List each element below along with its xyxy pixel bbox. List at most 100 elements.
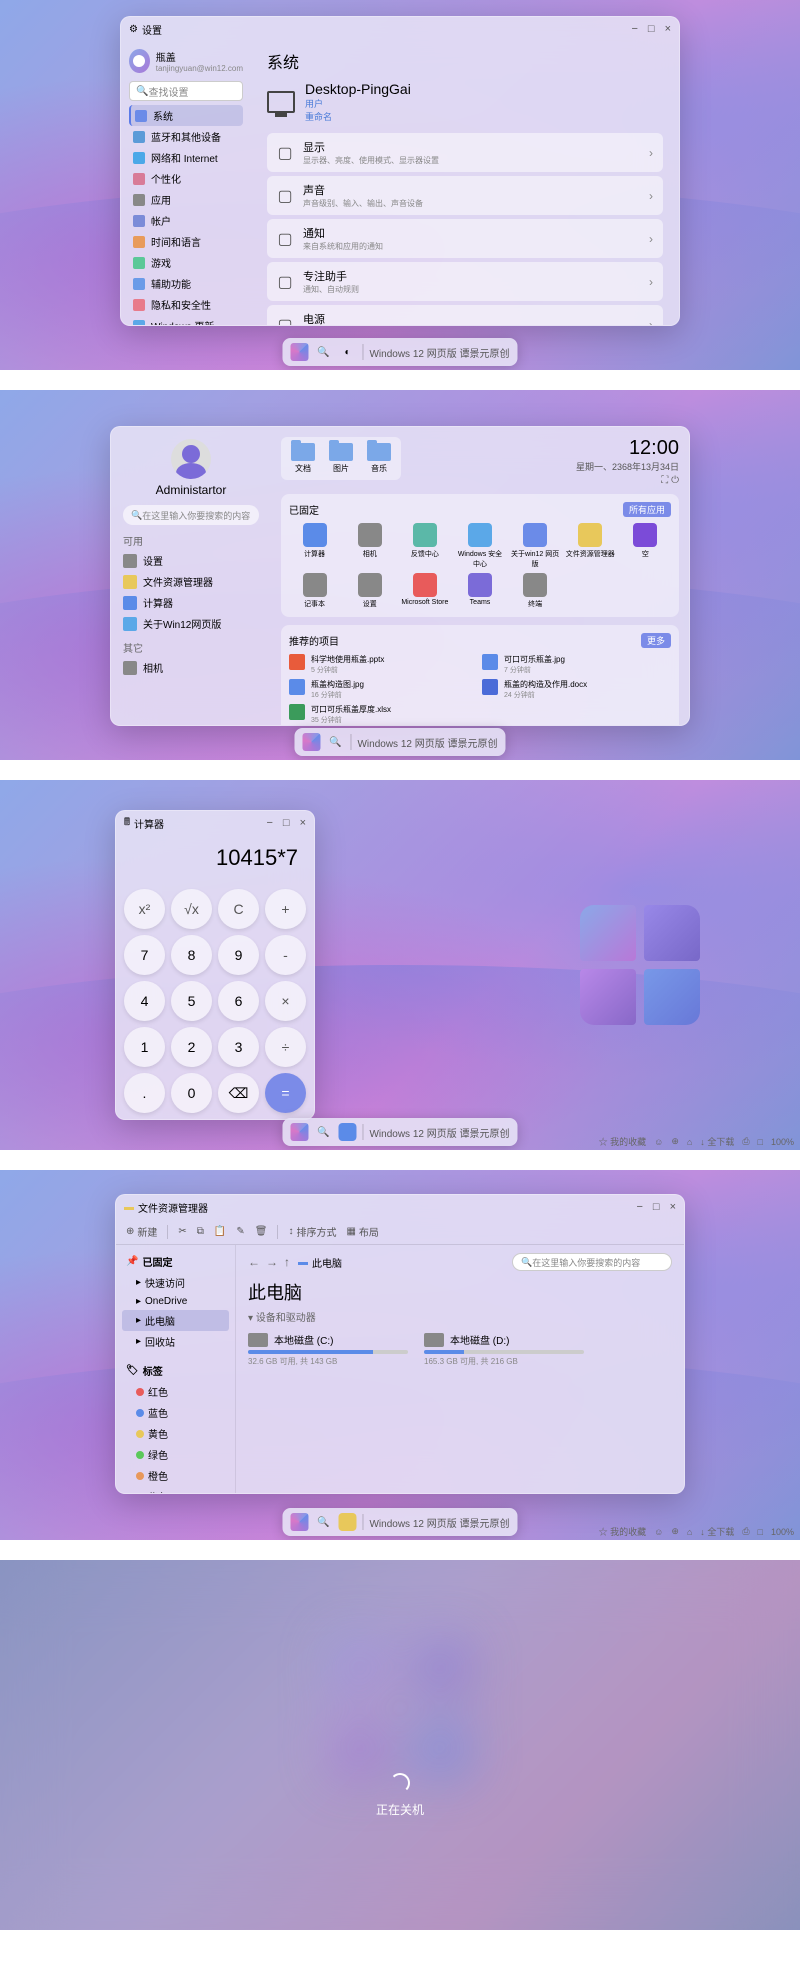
copy-icon[interactable]: ⧉: [197, 1226, 204, 1237]
tag-item[interactable]: 红色: [122, 1381, 229, 1402]
recommended-item[interactable]: 可口可乐瓶盖厚度.xlsx35 分钟前: [289, 704, 478, 725]
nav-item[interactable]: 辅助功能: [129, 273, 243, 294]
rename-icon[interactable]: ✎: [236, 1226, 244, 1237]
nav-item[interactable]: 个性化: [129, 168, 243, 189]
nav-item[interactable]: 应用: [129, 189, 243, 210]
cut-icon[interactable]: ✂: [178, 1226, 186, 1237]
drive-item[interactable]: 本地磁盘 (C:)32.6 GB 可用, 共 143 GB: [248, 1332, 408, 1367]
calc-button-4[interactable]: 4: [124, 981, 165, 1021]
sidebar-item[interactable]: ▸此电脑: [122, 1310, 229, 1331]
tag-item[interactable]: 黄色: [122, 1423, 229, 1444]
start-button[interactable]: [290, 1513, 308, 1531]
calc-button-0[interactable]: 0: [171, 1073, 212, 1113]
calc-button-5[interactable]: 5: [171, 981, 212, 1021]
pinned-group[interactable]: 📌已固定: [122, 1251, 229, 1272]
app-tile[interactable]: 终端: [510, 573, 561, 609]
widgets-button[interactable]: ◐: [338, 343, 356, 361]
app-tile[interactable]: Windows 安全中心: [454, 523, 505, 569]
more-button[interactable]: 更多: [641, 633, 671, 648]
app-tile[interactable]: 相机: [344, 523, 395, 569]
calc-button-1[interactable]: 1: [124, 1027, 165, 1067]
user-link[interactable]: 用户: [305, 99, 323, 109]
download-button[interactable]: ↓ 全下载: [700, 1135, 734, 1148]
calc-button-6[interactable]: 6: [218, 981, 259, 1021]
calc-button-C[interactable]: C: [218, 889, 259, 929]
tag-item[interactable]: 紫色: [122, 1486, 229, 1494]
sidebar-item[interactable]: ▸OneDrive: [122, 1293, 229, 1310]
calc-button-9[interactable]: 9: [218, 935, 259, 975]
calc-button-+[interactable]: +: [265, 889, 306, 929]
start-button[interactable]: [290, 343, 308, 361]
app-tile[interactable]: 关于win12 网页版: [510, 523, 561, 569]
fav-button[interactable]: ☆ 我的收藏: [599, 1135, 647, 1148]
nav-item[interactable]: Windows 更新: [129, 315, 243, 326]
search-input[interactable]: 🔍 在这里输入你要搜索的内容: [512, 1253, 672, 1271]
close-icon[interactable]: ×: [665, 23, 671, 35]
minimize-icon[interactable]: −: [636, 1201, 642, 1213]
maximize-icon[interactable]: □: [648, 23, 655, 35]
recommended-item[interactable]: 科学地使用瓶盖.pptx5 分钟前: [289, 654, 478, 675]
nav-item[interactable]: 网络和 Internet: [129, 147, 243, 168]
calc-button-8[interactable]: 8: [171, 935, 212, 975]
layout-button[interactable]: ▦ 布局: [346, 1224, 378, 1239]
app-tile[interactable]: 文件资源管理器: [565, 523, 616, 569]
start-button[interactable]: [290, 1123, 308, 1141]
tags-group[interactable]: 🏷标签: [122, 1360, 229, 1381]
nav-item[interactable]: 游戏: [129, 252, 243, 273]
app-tile[interactable]: 记事本: [289, 573, 340, 609]
tag-item[interactable]: 橙色: [122, 1465, 229, 1486]
app-tile[interactable]: 计算器: [289, 523, 340, 569]
paste-icon[interactable]: 📋: [214, 1226, 226, 1237]
setting-row[interactable]: ▢通知来自系统和应用的通知›: [267, 219, 663, 258]
search-button[interactable]: 🔍: [314, 343, 332, 361]
zoom-level[interactable]: 100%: [771, 1527, 794, 1537]
calc-button-3[interactable]: 3: [218, 1027, 259, 1067]
calc-button-.[interactable]: .: [124, 1073, 165, 1113]
recommended-item[interactable]: 瓶盖构造图.jpg16 分钟前: [289, 679, 478, 700]
setting-row[interactable]: ▢电源睡眠、电池使用率、节电模式›: [267, 305, 663, 325]
app-tile[interactable]: 反馈中心: [399, 523, 450, 569]
delete-icon[interactable]: 🗑: [255, 1226, 268, 1237]
back-button[interactable]: ←: [248, 1255, 260, 1269]
nav-item[interactable]: 系统: [129, 105, 243, 126]
drive-item[interactable]: 本地磁盘 (D:)165.3 GB 可用, 共 216 GB: [424, 1332, 584, 1367]
explorer-task-icon[interactable]: [338, 1513, 356, 1531]
app-tile[interactable]: Teams: [454, 573, 505, 609]
download-button[interactable]: ↓ 全下载: [700, 1525, 734, 1538]
sort-button[interactable]: ↕ 排序方式: [288, 1224, 336, 1239]
setting-row[interactable]: ▢声音声音级别、输入、输出、声音设备›: [267, 176, 663, 215]
nav-item[interactable]: 蓝牙和其他设备: [129, 126, 243, 147]
sidebar-item[interactable]: ▸快速访问: [122, 1272, 229, 1293]
calc-button-×[interactable]: ×: [265, 981, 306, 1021]
calc-button-2[interactable]: 2: [171, 1027, 212, 1067]
nav-item[interactable]: 帐户: [129, 210, 243, 231]
maximize-icon[interactable]: □: [283, 817, 290, 829]
calc-button-=[interactable]: =: [265, 1073, 306, 1113]
start-item[interactable]: 文件资源管理器: [123, 571, 259, 592]
calc-task-icon[interactable]: [338, 1123, 356, 1141]
calc-button-⌫[interactable]: ⌫: [218, 1073, 259, 1113]
start-item[interactable]: 计算器: [123, 592, 259, 613]
tag-item[interactable]: 绿色: [122, 1444, 229, 1465]
start-item[interactable]: 设置: [123, 550, 259, 571]
recommended-item[interactable]: 瓶盖的构造及作用.docx24 分钟前: [482, 679, 671, 700]
setting-row[interactable]: ▢专注助手通知、自动规则›: [267, 262, 663, 301]
rename-link[interactable]: 重命名: [305, 112, 332, 122]
folder-item[interactable]: 文档: [287, 443, 319, 474]
up-button[interactable]: ↑: [284, 1255, 290, 1269]
app-tile[interactable]: 设置: [344, 573, 395, 609]
setting-row[interactable]: ▢显示显示器、亮度、使用模式、显示器设置›: [267, 133, 663, 172]
all-apps-button[interactable]: 所有应用: [623, 502, 671, 517]
calc-button-÷[interactable]: ÷: [265, 1027, 306, 1067]
user-account[interactable]: 瓶盖tanjingyuan@win12.com: [129, 45, 243, 77]
search-input[interactable]: 🔍 查找设置: [129, 81, 243, 101]
calc-button--[interactable]: -: [265, 935, 306, 975]
start-item[interactable]: 关于Win12网页版: [123, 613, 259, 634]
minimize-icon[interactable]: −: [631, 23, 637, 35]
app-tile[interactable]: Microsoft Store: [399, 573, 450, 609]
search-button[interactable]: 🔍: [314, 1123, 332, 1141]
breadcrumb[interactable]: ▬此电脑: [298, 1255, 504, 1270]
close-icon[interactable]: ×: [300, 817, 306, 829]
folder-item[interactable]: 图片: [325, 443, 357, 474]
new-button[interactable]: ⊕ 新建: [126, 1224, 157, 1239]
